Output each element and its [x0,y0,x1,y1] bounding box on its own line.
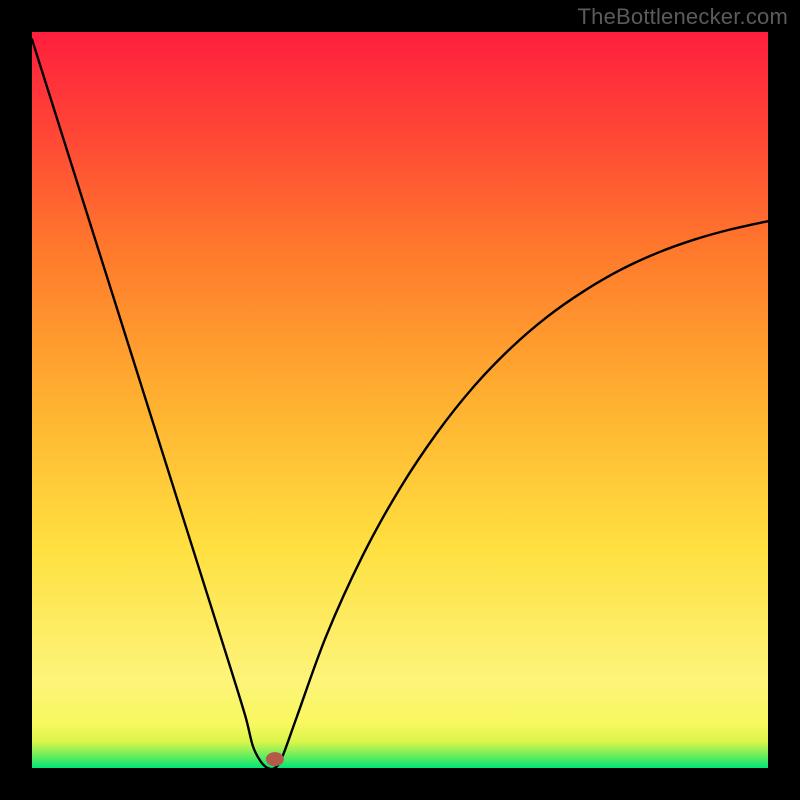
chart-container: TheBottlenecker.com [0,0,800,800]
optimal-point-marker [266,752,284,766]
bottleneck-chart [0,0,800,800]
chart-plot-area [32,32,768,768]
watermark-text: TheBottlenecker.com [578,4,788,30]
